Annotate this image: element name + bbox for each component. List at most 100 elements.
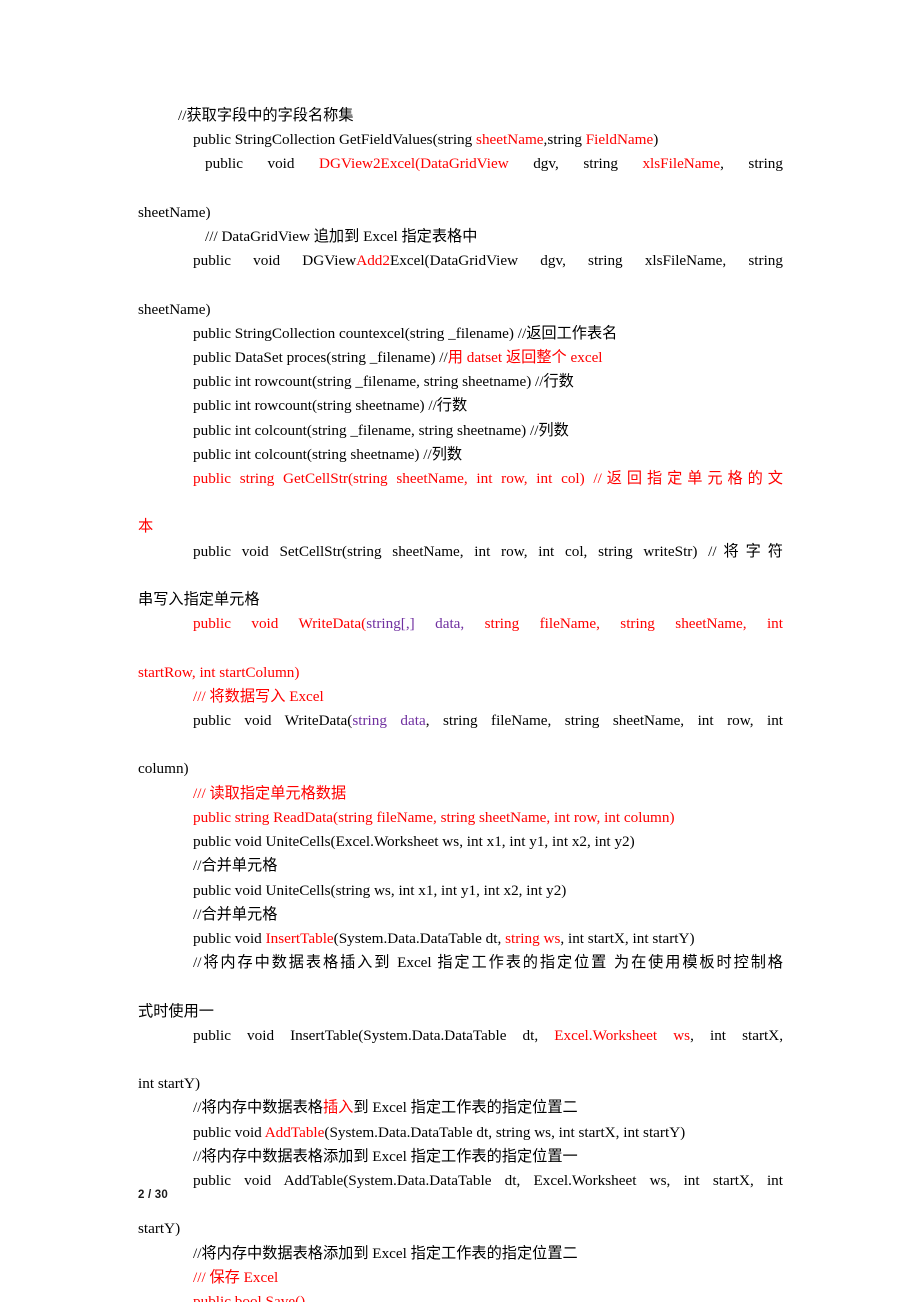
text-run: xlsFileName — [642, 155, 721, 173]
text-run: 用 datset 返回整个 excel — [447, 349, 603, 367]
text-line: public DataSet proces(string _filename) … — [138, 346, 783, 370]
text-line: 本 — [138, 515, 783, 539]
text-line: /// 将数据写入 Excel — [138, 685, 783, 709]
text-run: ) — [653, 131, 659, 149]
text-run: public string ReadData(string fileName, … — [193, 808, 675, 826]
text-run: 式时使用一 — [138, 1002, 214, 1020]
text-run: /// 保存 Excel — [193, 1268, 279, 1286]
text-run: //合并单元格 — [193, 905, 278, 923]
text-run: column) — [138, 760, 189, 778]
text-line: public StringCollection GetFieldValues(s… — [138, 128, 783, 152]
text-line: //将内存中数据表格添加到 Excel 指定工作表的指定位置一 — [138, 1145, 783, 1169]
text-line: public void InsertTable(System.Data.Data… — [138, 927, 783, 951]
text-run: public string GetCellStr(string sheetNam… — [193, 470, 783, 488]
text-run: , int startX, — [690, 1026, 784, 1044]
text-line: startRow, int startColumn) — [138, 661, 783, 685]
text-line: public void WriteData(string data, strin… — [138, 709, 783, 757]
text-run: 插入 — [322, 1099, 354, 1117]
text-run: public int rowcount(string sheetname) //… — [193, 397, 468, 415]
text-run: string fileName, string sheetName, int — [464, 615, 783, 633]
text-run: //将内存中数据表格添加到 Excel 指定工作表的指定位置二 — [193, 1244, 578, 1262]
text-run: public void UniteCells(Excel.Worksheet w… — [193, 833, 635, 851]
text-run: public int colcount(string sheetname) //… — [193, 445, 463, 463]
text-run: InsertTable — [265, 929, 334, 947]
text-run: FieldName — [585, 131, 654, 149]
text-run: , string fileName, string sheetName, int… — [425, 712, 784, 730]
text-run: dgv, string — [508, 155, 643, 173]
text-run: , int startX, int startY) — [560, 929, 695, 947]
text-line: sheetName) — [138, 298, 783, 322]
text-line: /// DataGridView 追加到 Excel 指定表格中 — [138, 225, 783, 249]
document-page: //获取字段中的字段名称集 public StringCollection Get… — [0, 0, 920, 1302]
text-line: public void InsertTable(System.Data.Data… — [138, 1024, 783, 1072]
text-line: public string ReadData(string fileName, … — [138, 806, 783, 830]
page-number-footer: 2 / 30 — [138, 1189, 168, 1201]
text-line: int startY) — [138, 1072, 783, 1096]
text-run: DGView2Excel(DataGridView — [319, 155, 509, 173]
text-line: public int rowcount(string sheetname) //… — [138, 394, 783, 418]
text-run: 到 Excel 指定工作表的指定位置二 — [353, 1099, 578, 1117]
text-run: (System.Data.DataTable dt, string ws, in… — [324, 1123, 686, 1141]
text-line: 式时使用一 — [138, 1000, 783, 1024]
text-run: public bool Save() — [193, 1292, 306, 1302]
text-run: /// 将数据写入 Excel — [193, 687, 324, 705]
text-run: //将内存中数据表格添加到 Excel 指定工作表的指定位置一 — [193, 1147, 578, 1165]
text-run: data, — [435, 615, 465, 633]
text-line: public void AddTable(System.Data.DataTab… — [138, 1121, 783, 1145]
text-run: ,string — [543, 131, 586, 149]
text-run: public void — [193, 1123, 265, 1141]
text-line: //合并单元格 — [138, 854, 783, 878]
text-run: sheetName) — [138, 300, 211, 318]
text-line: public void DGView2Excel(DataGridView dg… — [138, 152, 783, 200]
text-run: public void — [205, 155, 320, 173]
text-run: Excel.Worksheet ws — [554, 1026, 691, 1044]
document-text-body: //获取字段中的字段名称集 public StringCollection Get… — [138, 104, 783, 1302]
text-run: Add2 — [356, 252, 390, 270]
text-run: public void WriteData( — [193, 712, 353, 730]
text-line: public void WriteData(string[,] data, st… — [138, 612, 783, 660]
text-run: string data — [352, 712, 426, 730]
text-line: public void AddTable(System.Data.DataTab… — [138, 1169, 783, 1217]
text-run: public void — [193, 929, 266, 947]
text-line: public int colcount(string _filename, st… — [138, 419, 783, 443]
text-run: public StringCollection countexcel(strin… — [193, 324, 618, 342]
text-line: /// 保存 Excel — [138, 1266, 783, 1290]
text-run: //将内存中数据表格 — [193, 1099, 323, 1117]
text-run: /// 读取指定单元格数据 — [193, 784, 347, 802]
text-run: public void WriteData( — [193, 615, 367, 633]
text-run: public void InsertTable(System.Data.Data… — [193, 1026, 555, 1044]
text-line: 串写入指定单元格 — [138, 588, 783, 612]
text-run: public DataSet proces(string _filename) … — [193, 349, 448, 367]
text-run: , string — [720, 155, 783, 173]
text-run: public StringCollection GetFieldValues(s… — [193, 131, 477, 149]
text-line: //获取字段中的字段名称集 — [138, 104, 783, 128]
text-run: public void AddTable(System.Data.DataTab… — [193, 1171, 783, 1189]
text-line: startY) — [138, 1217, 783, 1241]
text-run: public void SetCellStr(string sheetName,… — [193, 542, 783, 560]
text-line: public void SetCellStr(string sheetName,… — [138, 540, 783, 588]
text-run: 串写入指定单元格 — [138, 591, 260, 609]
text-line: //将内存中数据表格添加到 Excel 指定工作表的指定位置二 — [138, 1242, 783, 1266]
text-line: public void UniteCells(Excel.Worksheet w… — [138, 830, 783, 854]
text-run: string ws — [505, 929, 561, 947]
text-run: int startY) — [138, 1075, 201, 1093]
text-run: //合并单元格 — [193, 857, 278, 875]
text-line: public bool Save() — [138, 1290, 783, 1302]
text-run — [415, 615, 435, 632]
text-line: public StringCollection countexcel(strin… — [138, 322, 783, 346]
text-line: public int colcount(string sheetname) //… — [138, 443, 783, 467]
text-run: //将内存中数据表格插入到 Excel 指定工作表的指定位置 为在使用模板时控制… — [193, 954, 783, 972]
text-run: startRow, int startColumn) — [138, 663, 300, 681]
text-line: //将内存中数据表格插入到 Excel 指定工作表的指定位置二 — [138, 1096, 783, 1120]
text-run: Excel(DataGridView dgv, string xlsFileNa… — [389, 252, 783, 270]
text-line: public void UniteCells(string ws, int x1… — [138, 879, 783, 903]
text-run: 本 — [138, 518, 154, 536]
text-run: sheetName) — [138, 203, 211, 221]
text-line: public string GetCellStr(string sheetNam… — [138, 467, 783, 515]
text-run: /// DataGridView 追加到 Excel 指定表格中 — [205, 228, 478, 246]
text-line: sheetName) — [138, 201, 783, 225]
text-line: column) — [138, 757, 783, 781]
text-run: string[,] — [366, 615, 415, 633]
text-line: public int rowcount(string _filename, st… — [138, 370, 783, 394]
text-line: /// 读取指定单元格数据 — [138, 782, 783, 806]
